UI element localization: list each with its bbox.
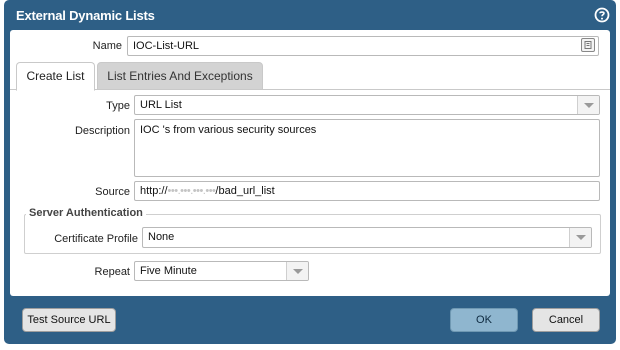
- name-label: Name: [92, 40, 122, 52]
- source-input[interactable]: http://•••.•••.•••.•••/bad_url_list: [134, 181, 600, 201]
- tab-list-entries-and-exceptions[interactable]: List Entries And Exceptions: [97, 62, 263, 90]
- repeat-select-value: Five Minute: [140, 265, 197, 277]
- type-label: Type: [106, 100, 130, 112]
- certificate-profile-select[interactable]: None: [142, 227, 592, 248]
- test-source-url-button[interactable]: Test Source URL: [22, 308, 116, 332]
- source-prefix: http://: [140, 185, 168, 197]
- ok-button[interactable]: OK: [450, 308, 518, 332]
- tab-create-list[interactable]: Create List: [16, 62, 95, 91]
- dialog-content: Name Create List List Entries And Except…: [10, 30, 610, 296]
- type-select-value: URL List: [140, 99, 182, 111]
- server-authentication-legend: Server Authentication: [26, 207, 146, 219]
- name-field-action-icon[interactable]: [581, 38, 595, 52]
- chevron-down-icon[interactable]: [286, 262, 308, 280]
- dialog-title: External Dynamic Lists: [16, 8, 155, 23]
- description-label: Description: [74, 125, 130, 137]
- source-masked-ip: •••.•••.•••.•••: [167, 185, 216, 197]
- description-textarea[interactable]: IOC 's from various security sources: [134, 119, 600, 177]
- external-dynamic-lists-dialog: External Dynamic Lists Name Create List …: [4, 0, 616, 344]
- source-suffix: /bad_url_list: [215, 185, 275, 197]
- tabs-bar: Create List List Entries And Exceptions: [10, 62, 610, 91]
- cancel-button[interactable]: Cancel: [532, 308, 600, 332]
- source-label: Source: [95, 186, 130, 198]
- name-input[interactable]: [127, 36, 599, 56]
- chevron-down-icon[interactable]: [577, 96, 599, 114]
- question-circle-icon[interactable]: [594, 7, 610, 23]
- certificate-profile-label: Certificate Profile: [54, 233, 138, 245]
- repeat-label: Repeat: [94, 266, 130, 278]
- repeat-select[interactable]: Five Minute: [134, 261, 309, 281]
- dialog-title-bar[interactable]: External Dynamic Lists: [4, 0, 616, 30]
- certificate-profile-value: None: [148, 231, 175, 243]
- chevron-down-icon[interactable]: [569, 228, 591, 247]
- type-select[interactable]: URL List: [134, 95, 600, 115]
